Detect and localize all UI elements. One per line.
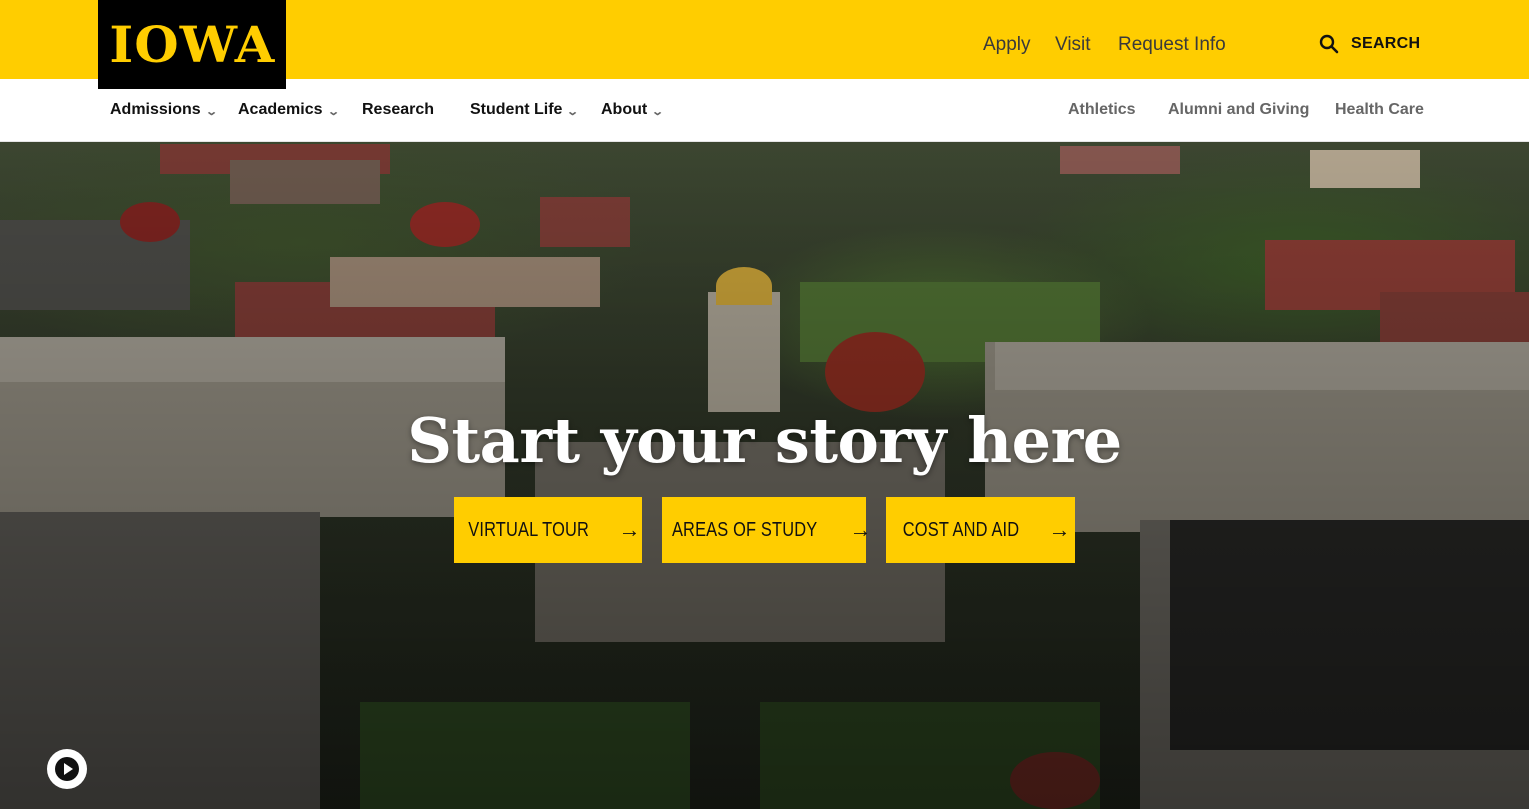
nav-item-academics[interactable]: Academics ⌄ — [238, 101, 340, 119]
arrow-right-icon: → — [618, 517, 641, 542]
cost-and-aid-button[interactable]: COST AND AID → — [886, 497, 1075, 563]
nav-item-label: Academics — [238, 101, 323, 118]
play-icon — [55, 757, 79, 781]
arrow-right-icon: → — [849, 517, 872, 542]
utility-link-request-info[interactable]: Request Info — [1118, 34, 1226, 56]
areas-of-study-button[interactable]: AREAS OF STUDY → — [662, 497, 872, 563]
hero-video: Start your story here VIRTUAL TOUR → ARE… — [0, 142, 1529, 809]
nav-item-admissions[interactable]: Admissions ⌄ — [110, 101, 218, 119]
nav-item-label: Research — [362, 101, 435, 118]
chevron-down-icon: ⌄ — [326, 105, 340, 118]
search-icon — [1319, 34, 1339, 54]
nav-link-health-care[interactable]: Health Care — [1335, 101, 1424, 119]
cta-label: COST AND AID — [903, 518, 1020, 541]
cta-label: VIRTUAL TOUR — [468, 518, 590, 541]
cta-label: AREAS OF STUDY — [672, 518, 818, 541]
arrow-right-icon: → — [1048, 517, 1071, 542]
chevron-down-icon: ⌄ — [204, 105, 218, 118]
chevron-down-icon: ⌄ — [651, 105, 665, 118]
nav-item-about[interactable]: About ⌄ — [601, 101, 665, 119]
nav-item-label: Admissions — [110, 101, 201, 118]
logo-wordmark: IOWA — [109, 15, 275, 74]
video-play-button[interactable] — [47, 749, 87, 789]
nav-item-label: Student Life — [470, 101, 563, 118]
nav-item-label: About — [601, 101, 648, 118]
search-button[interactable]: SEARCH — [1319, 34, 1420, 54]
utility-link-visit[interactable]: Visit — [1055, 34, 1091, 56]
nav-item-research[interactable]: Research — [362, 101, 434, 119]
virtual-tour-button[interactable]: VIRTUAL TOUR → — [454, 497, 642, 563]
nav-link-athletics[interactable]: Athletics — [1068, 101, 1136, 119]
hero-headline: Start your story here — [407, 404, 1122, 477]
search-label: SEARCH — [1351, 35, 1421, 52]
nav-link-alumni-giving[interactable]: Alumni and Giving — [1168, 101, 1309, 119]
chevron-down-icon: ⌄ — [566, 105, 580, 118]
iowa-logo[interactable]: IOWA — [98, 0, 286, 89]
utility-link-apply[interactable]: Apply — [983, 34, 1031, 56]
nav-item-student-life[interactable]: Student Life ⌄ — [470, 101, 580, 119]
